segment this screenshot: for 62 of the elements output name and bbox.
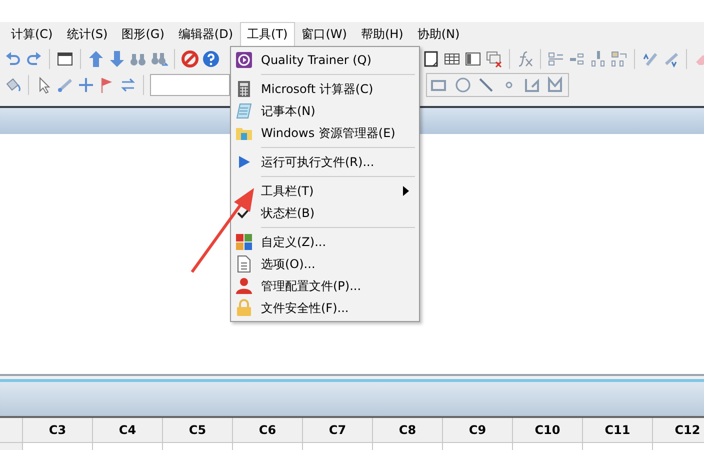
menu-item[interactable]: 选项(O)... — [261, 256, 419, 272]
menu-item[interactable]: 自定义(Z)... — [261, 234, 419, 250]
circle-icon[interactable] — [454, 76, 472, 94]
menu-item[interactable]: Quality Trainer (Q) — [261, 53, 419, 67]
align-left-icon[interactable] — [547, 50, 565, 68]
no-entry-icon[interactable] — [181, 50, 199, 68]
brush-down-icon[interactable] — [662, 50, 680, 68]
plus-icon[interactable] — [77, 76, 95, 94]
down-arrow-icon[interactable] — [108, 50, 126, 68]
menu-item[interactable]: 工具栏(T) — [261, 182, 397, 200]
polyline-icon[interactable] — [523, 76, 541, 94]
column-header[interactable]: C11 — [583, 418, 653, 443]
menu-item[interactable]: 记事本(N) — [261, 102, 419, 120]
swap-arrows-icon[interactable] — [119, 76, 137, 94]
paint-bucket-icon[interactable] — [4, 76, 22, 94]
calculator-icon — [235, 80, 253, 98]
menu-item[interactable]: 运行可执行文件(R)... — [261, 154, 419, 170]
line-icon[interactable] — [477, 76, 495, 94]
column-header[interactable]: C5 — [163, 418, 233, 443]
menu-item[interactable]: Microsoft 计算器(C) — [261, 80, 419, 98]
distribute-icon[interactable] — [610, 50, 628, 68]
function-icon[interactable] — [516, 50, 534, 68]
menu-item[interactable]: 管理配置文件(P)... — [261, 278, 419, 294]
menu-item[interactable]: 图形(G) — [114, 22, 172, 46]
align-bottom-icon[interactable] — [589, 50, 607, 68]
windows-close-icon[interactable] — [485, 50, 503, 68]
column-header[interactable]: C4 — [93, 418, 163, 443]
menu-item[interactable]: 协助(N) — [410, 22, 467, 46]
column-header[interactable]: C6 — [233, 418, 303, 443]
column-header[interactable]: C10 — [513, 418, 583, 443]
tiles-icon — [235, 233, 253, 251]
column-header[interactable]: C9 — [443, 418, 513, 443]
undo-icon[interactable] — [4, 50, 22, 68]
brush-icon[interactable] — [56, 76, 74, 94]
menu-item[interactable]: 计算(C) — [4, 22, 60, 46]
redo-icon[interactable] — [25, 50, 43, 68]
menu-item[interactable]: 状态栏(B) — [261, 204, 419, 222]
brush-up-icon[interactable] — [641, 50, 659, 68]
menu-item[interactable]: 帮助(H) — [354, 22, 410, 46]
menu-item[interactable]: Windows 资源管理器(E) — [261, 124, 419, 142]
column-header[interactable]: C7 — [303, 418, 373, 443]
panel-icon[interactable] — [464, 50, 482, 68]
help-icon[interactable] — [202, 50, 220, 68]
corner-cell — [0, 418, 23, 443]
notepad-icon — [235, 102, 253, 120]
menu-item[interactable]: 窗口(W) — [294, 22, 354, 46]
menu-item[interactable]: 工具(T) — [240, 22, 295, 46]
menu-item[interactable]: 统计(S) — [60, 22, 115, 46]
polygon-icon[interactable] — [546, 76, 564, 94]
page-icon[interactable] — [422, 50, 440, 68]
up-arrow-icon[interactable] — [87, 50, 105, 68]
column-header[interactable]: C8 — [373, 418, 443, 443]
toolbar-field[interactable] — [150, 74, 230, 96]
menu-item[interactable]: 文件安全性(F)... — [261, 300, 419, 316]
binoculars-icon[interactable] — [150, 50, 168, 68]
menu-item[interactable]: 编辑器(D) — [171, 22, 240, 46]
media-player-icon — [235, 51, 253, 69]
document-icon — [235, 255, 253, 273]
person-icon — [235, 277, 253, 295]
column-header[interactable]: C3 — [23, 418, 93, 443]
lock-icon — [235, 299, 253, 317]
window-icon[interactable] — [56, 50, 74, 68]
